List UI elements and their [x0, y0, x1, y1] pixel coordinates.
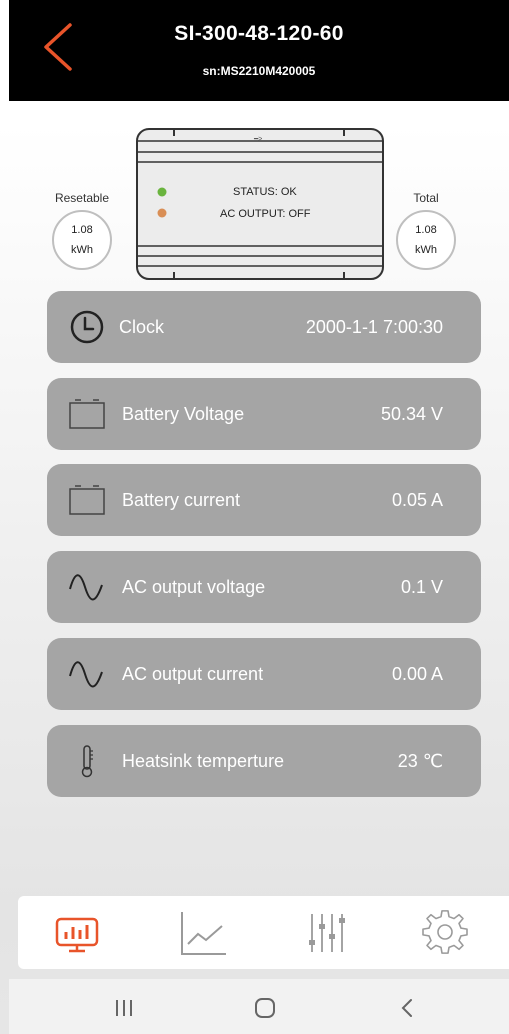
total-unit: kWh: [415, 244, 437, 256]
ac-output-current-label: AC output current: [122, 664, 264, 684]
device-model-title: SI-300-48-120-60: [174, 22, 344, 45]
resetable-energy: Resetable 1.08 kWh: [52, 191, 112, 270]
sliders-icon[interactable]: [303, 910, 353, 956]
resetable-label: Resetable: [54, 191, 110, 205]
settings-gear-icon[interactable]: [420, 910, 470, 956]
system-back-icon[interactable]: [393, 995, 423, 1021]
recent-apps-icon[interactable]: [109, 995, 139, 1021]
top-header: SI-300-48-120-60 sn:MS2210M420005: [9, 0, 509, 101]
sine-wave-icon: [69, 574, 103, 601]
total-energy-gauge: 1.08 kWh: [396, 210, 456, 270]
battery-voltage-value: 50.34 V: [380, 404, 443, 424]
battery-current-label: Battery current: [122, 490, 241, 510]
total-value: 1.08: [415, 224, 437, 236]
sine-wave-icon: [69, 661, 103, 688]
ac-output-voltage-label: AC output voltage: [122, 577, 266, 597]
dashboard-icon[interactable]: [52, 910, 102, 956]
battery-icon: [69, 485, 105, 515]
resetable-unit: kWh: [71, 244, 93, 256]
heatsink-temperature-value: 23 ℃: [397, 751, 443, 771]
clock-icon: [70, 310, 104, 344]
clock-label: Clock: [119, 317, 165, 337]
ac-output-voltage-value: 0.1 V: [400, 577, 443, 597]
battery-voltage-row[interactable]: Battery Voltage 50.34 V: [47, 378, 481, 450]
status-text: STATUS: OK: [233, 186, 297, 198]
clock-row[interactable]: Clock 2000-1-1 7:00:30: [47, 291, 481, 363]
status-led: [157, 187, 167, 197]
device-serial-number: sn:MS2210M420005: [202, 64, 316, 78]
battery-current-row[interactable]: Battery current 0.05 A: [47, 464, 481, 536]
battery-current-value: 0.05 A: [391, 490, 443, 510]
heatsink-temperature-label: Heatsink temperture: [122, 751, 285, 771]
ac-output-status-text: AC OUTPUT: OFF: [220, 208, 311, 220]
battery-icon: [69, 399, 105, 429]
home-icon[interactable]: [250, 995, 280, 1021]
system-navigation-bar: [9, 979, 509, 1034]
ac-output-current-value: 0.00 A: [391, 664, 443, 684]
resetable-energy-gauge: 1.08 kWh: [52, 210, 112, 270]
thermometer-icon: [81, 745, 93, 778]
total-label: Total: [413, 191, 439, 205]
clock-value: 2000-1-1 7:00:30: [305, 317, 443, 337]
chart-line-icon[interactable]: [178, 910, 228, 956]
inverter-device-illustration: ━> STATUS: OK AC OUTPUT: OFF: [136, 128, 384, 280]
ac-output-current-row[interactable]: AC output current 0.00 A: [47, 638, 481, 710]
resetable-value: 1.08: [71, 224, 93, 236]
ac-output-led: [157, 208, 167, 218]
bottom-navigation-bar: [18, 896, 509, 969]
ac-output-voltage-row[interactable]: AC output voltage 0.1 V: [47, 551, 481, 623]
svg-text:━>: ━>: [253, 136, 262, 143]
total-energy: Total 1.08 kWh: [396, 191, 456, 270]
battery-voltage-label: Battery Voltage: [122, 404, 245, 424]
heatsink-temperature-row[interactable]: Heatsink temperture 23 ℃: [47, 725, 481, 797]
